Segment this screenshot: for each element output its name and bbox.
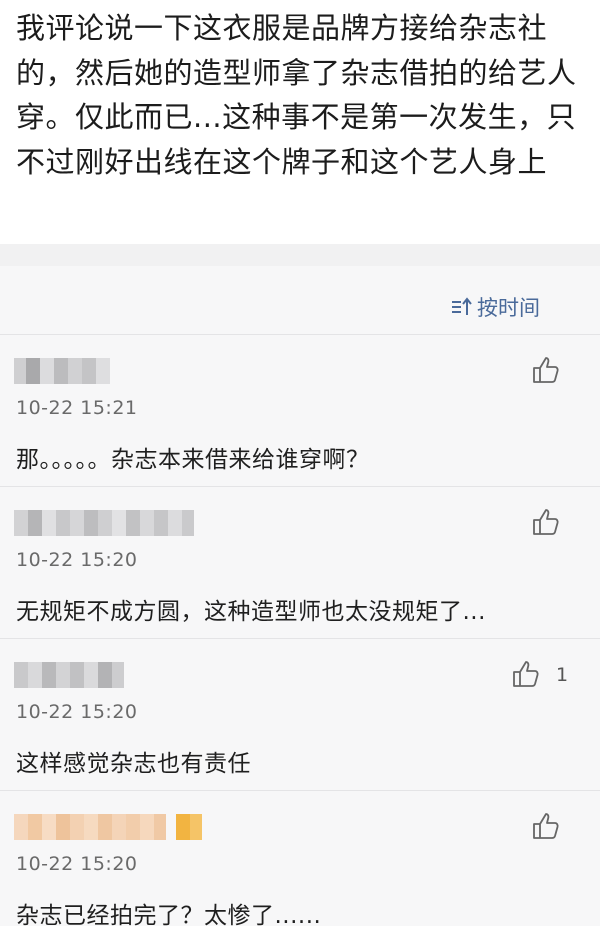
- avatar-username-blurred: [14, 510, 194, 536]
- comment-time: 10-22 15:20: [16, 549, 138, 571]
- post-content: 我评论说一下这衣服是品牌方接给杂志社的，然后她的造型师拿了杂志借拍的给艺人穿。仅…: [0, 0, 600, 244]
- comment-text: 杂志已经拍完了？太惨了......: [16, 903, 322, 926]
- thumbs-up-icon[interactable]: [530, 354, 562, 386]
- comment-item: 10-22 15:20 无规矩不成方圆，这种造型师也太没规矩了...: [0, 486, 600, 638]
- comment-list: 按时间 10-22 15:21 那。。。。。杂志本来借来给谁穿啊？ 10-22 …: [0, 266, 600, 926]
- comment-text: 这样感觉杂志也有责任: [16, 751, 251, 777]
- comment-time: 10-22 15:20: [16, 701, 138, 723]
- section-divider: [0, 244, 600, 266]
- comment-time: 10-22 15:21: [16, 397, 138, 419]
- avatar-username-blurred: [14, 662, 124, 688]
- post-text: 我评论说一下这衣服是品牌方接给杂志社的，然后她的造型师拿了杂志借拍的给艺人穿。仅…: [16, 11, 577, 179]
- thumbs-up-icon[interactable]: [510, 658, 542, 690]
- sort-by-time-button[interactable]: 按时间: [449, 292, 540, 322]
- thumbs-up-icon[interactable]: [530, 506, 562, 538]
- like-count: 1: [556, 664, 569, 686]
- comment-text: 那。。。。。杂志本来借来给谁穿啊？: [16, 447, 370, 473]
- avatar-username-blurred: [14, 814, 202, 840]
- comment-item: 1 10-22 15:20 这样感觉杂志也有责任: [0, 638, 600, 790]
- sort-icon: [452, 297, 472, 315]
- thumbs-up-icon[interactable]: [530, 810, 562, 842]
- comment-text: 无规矩不成方圆，这种造型师也太没规矩了...: [16, 599, 486, 625]
- avatar-username-blurred: [14, 358, 110, 384]
- comment-item: 10-22 15:21 那。。。。。杂志本来借来给谁穿啊？: [0, 334, 600, 486]
- comment-item: 10-22 15:20 杂志已经拍完了？太惨了......: [0, 790, 600, 926]
- sort-label: 按时间: [477, 296, 540, 320]
- comment-time: 10-22 15:20: [16, 853, 138, 875]
